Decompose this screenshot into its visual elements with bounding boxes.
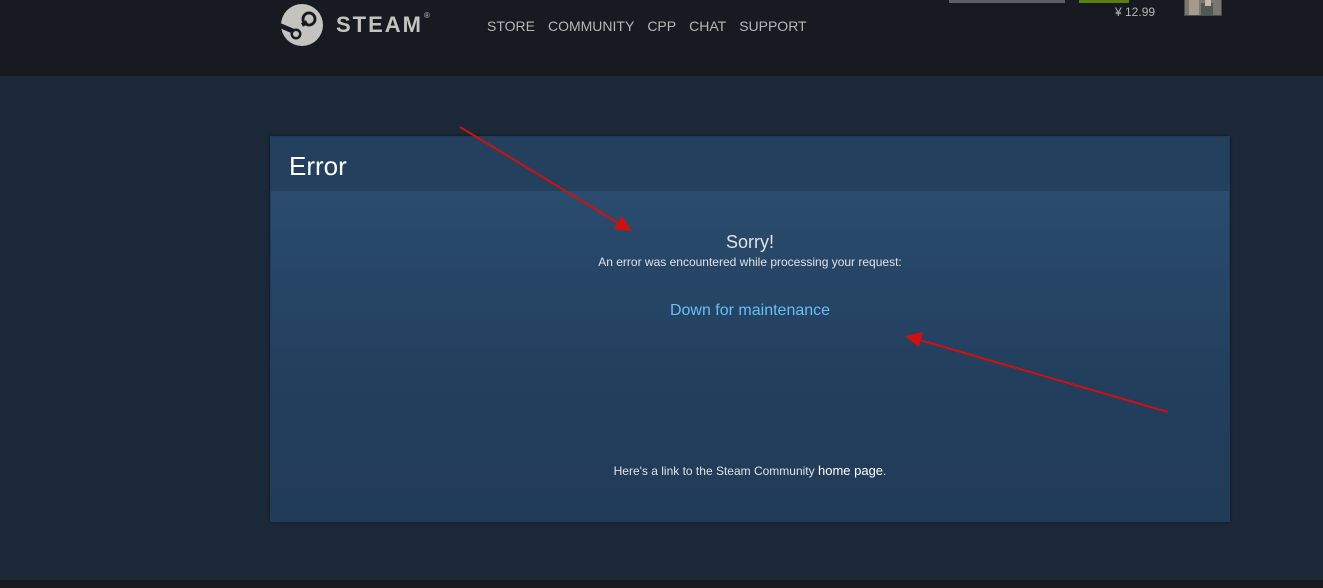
top-header: STEAM® STORE COMMUNITY CPP CHAT SUPPORT … [0,0,1323,76]
sorry-heading: Sorry! [725,232,774,252]
nav-support[interactable]: SUPPORT [739,17,806,35]
logo-trademark: ® [424,10,430,20]
avatar-image [1185,0,1221,15]
nav-chat[interactable]: CHAT [689,17,726,35]
wallet-balance[interactable]: ¥ 12.99 [1115,5,1155,19]
error-panel-body: Sorry! An error was encountered while pr… [271,191,1229,521]
home-link-suffix: . [883,464,887,478]
error-panel-header: Error [271,137,1229,191]
steam-logo[interactable]: STEAM® [280,3,430,47]
install-steam-button[interactable] [1079,0,1129,3]
steam-logo-icon [280,4,323,46]
account-menu-button[interactable] [949,0,1065,3]
nav-store[interactable]: STORE [487,17,535,35]
home-link-prefix: Here's a link to the Steam Community [613,464,818,478]
logo-wordmark: STEAM® [336,10,430,38]
home-page-link[interactable]: home page [818,463,883,478]
error-subtitle: An error was encountered while processin… [598,255,902,269]
logo-wordmark-text: STEAM [336,12,423,37]
nav-cpp[interactable]: CPP [647,17,676,35]
nav-community[interactable]: COMMUNITY [548,17,634,35]
user-avatar[interactable] [1184,0,1222,16]
error-title: Error [289,151,347,181]
error-message: Down for maintenance [669,302,831,319]
home-link-line: Here's a link to the Steam Community hom… [271,463,1229,479]
main-nav: STORE COMMUNITY CPP CHAT SUPPORT [487,17,820,35]
footer-strip [0,580,1323,588]
error-panel: Error Sorry! An error was encountered wh… [270,136,1230,522]
